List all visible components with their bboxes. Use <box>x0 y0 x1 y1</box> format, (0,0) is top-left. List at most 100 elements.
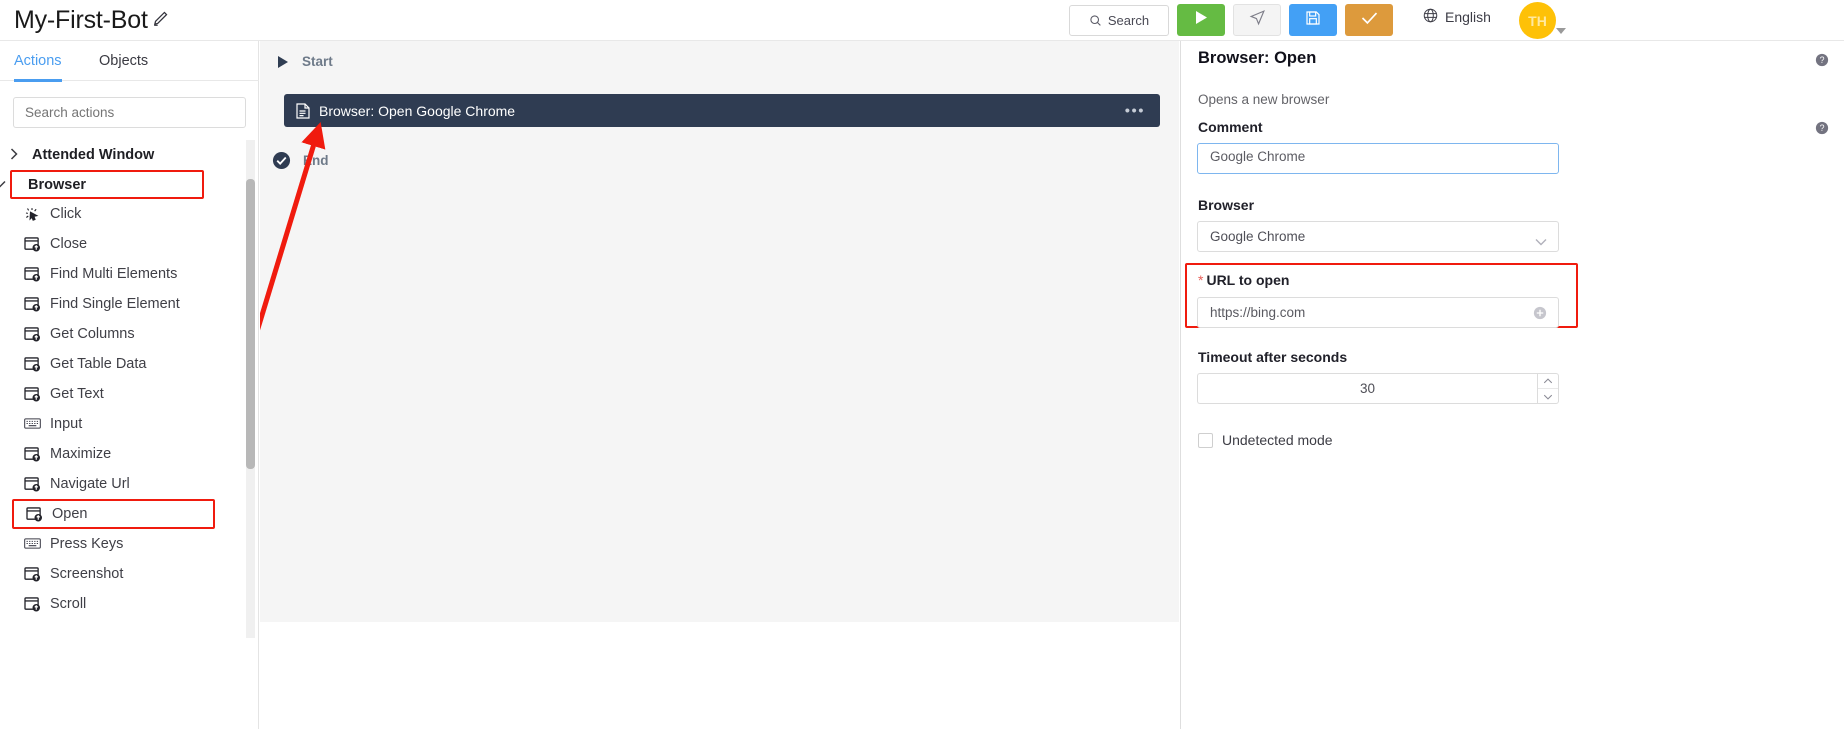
page-title: My-First-Bot <box>14 6 148 34</box>
keyboard-icon <box>24 417 41 432</box>
save-button[interactable] <box>1289 4 1337 36</box>
sidebar-group-label: Attended Window <box>32 147 155 163</box>
help-circle-icon[interactable]: ? <box>1815 53 1829 67</box>
sidebar-action-label: Open <box>52 506 88 522</box>
start-label: Start <box>302 54 333 69</box>
pencil-icon[interactable] <box>152 10 169 27</box>
workflow-node-label: Browser: Open Google Chrome <box>319 102 516 119</box>
plus-circle-icon[interactable] <box>1533 306 1547 320</box>
svg-text:?: ? <box>1820 123 1825 133</box>
canvas-end-node[interactable]: End <box>272 151 329 170</box>
keyboard-icon <box>24 537 41 552</box>
sidebar: Actions Objects Attended Window Browser <box>0 41 259 729</box>
play-icon <box>1194 10 1208 30</box>
top-bar: My-First-Bot Search English TH <box>0 0 1844 41</box>
sidebar-action-label: Navigate Url <box>50 476 130 492</box>
sidebar-action-input[interactable]: Input <box>0 409 244 439</box>
sidebar-action-screenshot[interactable]: Screenshot <box>0 559 244 589</box>
undetected-mode-label: Undetected mode <box>1222 432 1333 448</box>
browser-window-icon <box>24 266 41 282</box>
sidebar-action-scroll[interactable]: Scroll <box>0 589 244 619</box>
click-cursor-icon <box>24 207 41 222</box>
browser-select[interactable]: Google Chrome <box>1197 221 1559 252</box>
sidebar-action-find-multi-elements[interactable]: Find Multi Elements <box>0 259 244 289</box>
avatar-dropdown-caret-icon[interactable] <box>1556 28 1566 34</box>
chevron-up-icon[interactable] <box>1538 374 1558 389</box>
workflow-node-browser-open[interactable]: Browser: Open Google Chrome ••• <box>284 94 1160 127</box>
url-label: * URL to open <box>1198 272 1289 288</box>
chevron-down-icon[interactable] <box>1538 389 1558 404</box>
sidebar-action-close[interactable]: Close <box>0 229 244 259</box>
sidebar-action-label: Get Table Data <box>50 356 147 372</box>
sidebar-action-navigate-url[interactable]: Navigate Url <box>0 469 244 499</box>
browser-window-icon <box>24 596 41 612</box>
actions-tree: Attended Window Browser Click Close Find… <box>0 140 244 729</box>
undetected-mode-row[interactable]: Undetected mode <box>1198 432 1333 448</box>
sidebar-action-label: Press Keys <box>50 536 124 552</box>
sidebar-group-attended-window[interactable]: Attended Window <box>0 140 244 170</box>
floppy-disk-icon <box>1305 10 1321 31</box>
properties-panel: Browser: Open ? Opens a new browser Comm… <box>1180 41 1844 729</box>
canvas-bottom-area <box>260 622 1179 729</box>
browser-select-value: Google Chrome <box>1210 229 1306 244</box>
sidebar-action-find-single-element[interactable]: Find Single Element <box>0 289 244 319</box>
timeout-label: Timeout after seconds <box>1198 349 1348 365</box>
sidebar-action-maximize[interactable]: Maximize <box>0 439 244 469</box>
workflow-canvas[interactable]: Start Browser: Open Google Chrome ••• En… <box>260 41 1179 622</box>
language-label: English <box>1445 9 1491 25</box>
undetected-mode-checkbox[interactable] <box>1198 432 1213 448</box>
browser-window-icon <box>24 386 41 402</box>
search-button[interactable]: Search <box>1069 5 1169 36</box>
properties-panel-description: Opens a new browser <box>1198 92 1330 107</box>
sidebar-tabs: Actions Objects <box>0 41 259 82</box>
tab-objects[interactable]: Objects <box>99 41 148 81</box>
search-icon <box>1089 14 1102 27</box>
browser-window-icon <box>24 356 41 372</box>
comment-label: Comment <box>1198 119 1263 135</box>
sidebar-action-label: Input <box>50 416 83 432</box>
properties-panel-title: Browser: Open <box>1198 49 1317 67</box>
validate-button[interactable] <box>1345 4 1393 36</box>
sidebar-action-get-columns[interactable]: Get Columns <box>0 319 244 349</box>
sidebar-action-click[interactable]: Click <box>0 199 244 229</box>
sidebar-group-browser[interactable]: Browser <box>0 170 204 199</box>
ellipsis-icon[interactable]: ••• <box>1125 102 1145 119</box>
send-arrow-icon <box>1249 9 1266 31</box>
run-button[interactable] <box>1177 4 1225 36</box>
timeout-stepper[interactable] <box>1537 373 1559 404</box>
annotation-arrow <box>260 122 326 331</box>
sidebar-action-label: Find Single Element <box>50 296 180 312</box>
search-button-label: Search <box>1107 13 1150 28</box>
browser-window-icon <box>24 296 41 312</box>
sidebar-action-label: Get Columns <box>50 326 135 342</box>
url-input[interactable] <box>1197 297 1559 328</box>
browser-window-icon <box>24 476 41 492</box>
comment-textarea[interactable] <box>1197 143 1559 174</box>
globe-icon <box>1423 8 1438 26</box>
sidebar-action-label: Find Multi Elements <box>50 266 178 282</box>
sidebar-action-label: Screenshot <box>50 566 124 582</box>
browser-window-icon <box>24 566 41 582</box>
checkmark-icon <box>1361 11 1378 30</box>
url-label-text: URL to open <box>1206 272 1290 288</box>
language-selector[interactable]: English <box>1423 8 1491 26</box>
avatar[interactable]: TH <box>1519 2 1556 39</box>
sidebar-action-get-table-data[interactable]: Get Table Data <box>0 349 244 379</box>
end-label: End <box>303 153 329 168</box>
tab-actions[interactable]: Actions <box>14 41 62 82</box>
sidebar-scrollbar-thumb[interactable] <box>246 179 255 469</box>
sidebar-action-open[interactable]: Open <box>12 499 215 529</box>
play-triangle-icon <box>278 55 288 68</box>
browser-window-icon <box>24 446 41 462</box>
browser-window-icon <box>24 326 41 342</box>
canvas-start-node[interactable]: Start <box>278 54 333 69</box>
step-run-button[interactable] <box>1233 4 1281 36</box>
chevron-down-icon <box>0 179 8 191</box>
search-actions-input[interactable] <box>13 97 246 128</box>
browser-label: Browser <box>1198 197 1255 213</box>
sidebar-action-press-keys[interactable]: Press Keys <box>0 529 244 559</box>
help-circle-icon[interactable]: ? <box>1815 121 1829 135</box>
sidebar-action-get-text[interactable]: Get Text <box>0 379 244 409</box>
chevron-right-icon <box>10 147 24 163</box>
timeout-input[interactable] <box>1197 373 1537 404</box>
